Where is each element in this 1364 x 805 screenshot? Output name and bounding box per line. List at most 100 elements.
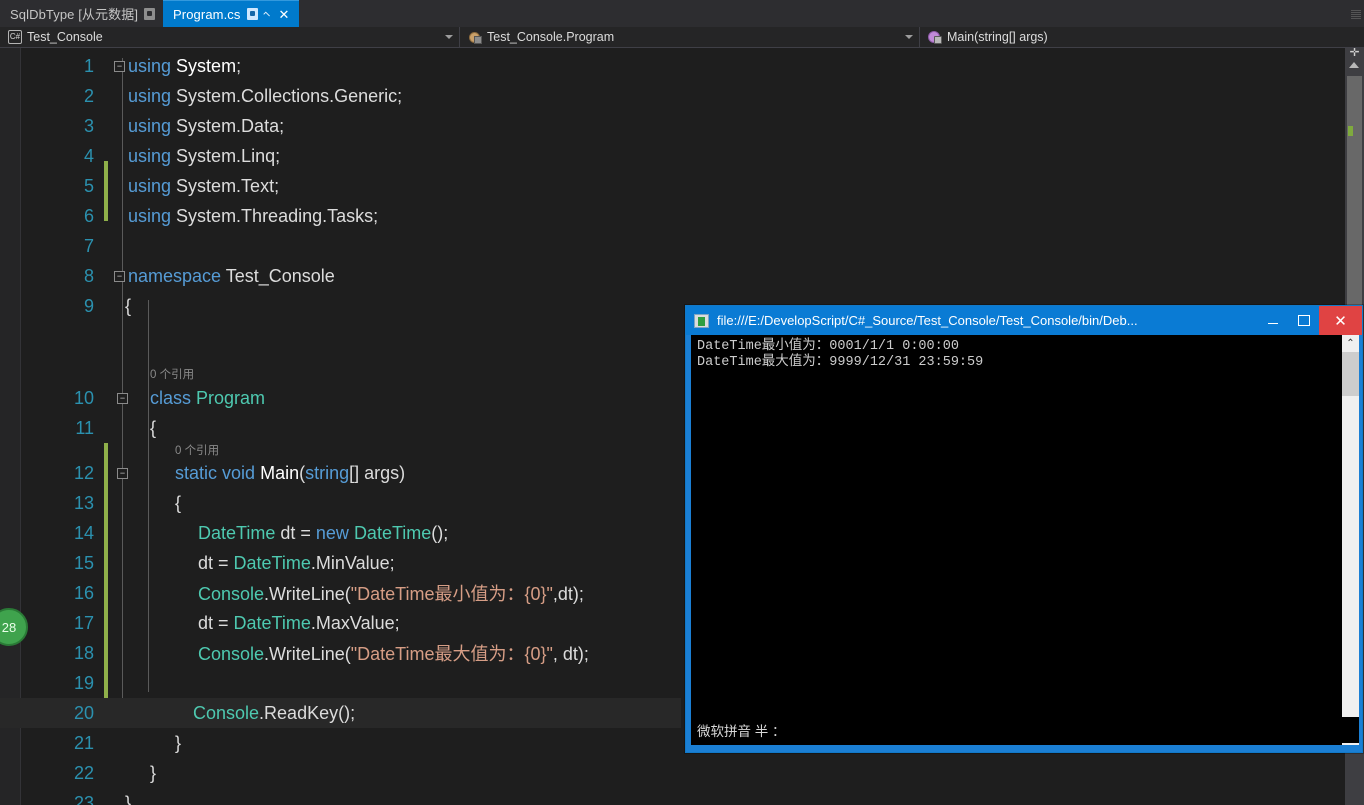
console-window-controls: ✕ bbox=[1257, 306, 1362, 335]
code-text: using System.Threading.Tasks; bbox=[128, 206, 378, 227]
navigation-bar: C# Test_Console Test_Console.Program Mai… bbox=[0, 27, 1364, 48]
code-text: namespace Test_Console bbox=[128, 266, 335, 287]
navbar-member-label: Main(string[] args) bbox=[947, 30, 1048, 44]
line-number: 1 bbox=[22, 56, 94, 77]
line-number: 7 bbox=[22, 236, 94, 257]
code-text: { bbox=[150, 418, 156, 439]
line-number: 5 bbox=[22, 176, 94, 197]
console-title-text: file:///E:/DevelopScript/C#_Source/Test_… bbox=[717, 313, 1249, 328]
console-vertical-scrollbar[interactable]: ⌃ ⌄ bbox=[1341, 335, 1359, 745]
code-text: dt = DateTime.MaxValue; bbox=[198, 613, 400, 634]
code-line[interactable]: 2 using System.Collections.Generic; bbox=[0, 81, 1345, 111]
line-number: 12 bbox=[22, 463, 94, 484]
pin-icon[interactable]: ⌐ bbox=[260, 7, 273, 20]
navbar-type-label: Test_Console.Program bbox=[487, 30, 614, 44]
code-text: { bbox=[175, 493, 181, 514]
fold-toggle-icon[interactable]: − bbox=[117, 468, 128, 479]
console-output-window[interactable]: file:///E:/DevelopScript/C#_Source/Test_… bbox=[685, 305, 1363, 753]
line-number: 13 bbox=[22, 493, 94, 514]
line-number: 19 bbox=[22, 673, 94, 694]
line-number: 4 bbox=[22, 146, 94, 167]
document-tab-bar: SqlDbType [从元数据] Program.cs ⌐ ✕ bbox=[0, 0, 1364, 27]
line-number: 8 bbox=[22, 266, 94, 287]
close-button[interactable]: ✕ bbox=[1319, 306, 1362, 335]
scroll-up-arrow-icon[interactable]: ⌃ bbox=[1342, 335, 1359, 352]
code-text: dt = DateTime.MinValue; bbox=[198, 553, 395, 574]
scroll-up-arrow-icon[interactable] bbox=[1349, 62, 1359, 68]
console-output-text: DateTime最小值为：0001/1/1 0:00:00 DateTime最大… bbox=[691, 335, 1341, 745]
line-number: 9 bbox=[22, 296, 94, 317]
close-icon[interactable]: ✕ bbox=[277, 8, 292, 21]
class-icon bbox=[468, 30, 482, 44]
line-number: 15 bbox=[22, 553, 94, 574]
tab-program-cs[interactable]: Program.cs ⌐ ✕ bbox=[163, 0, 299, 27]
console-body[interactable]: DateTime最小值为：0001/1/1 0:00:00 DateTime最大… bbox=[691, 335, 1359, 745]
line-number: 14 bbox=[22, 523, 94, 544]
code-text: } bbox=[175, 733, 181, 754]
code-text: using System.Linq; bbox=[128, 146, 280, 167]
line-number: 16 bbox=[22, 583, 94, 604]
lock-icon bbox=[144, 8, 155, 20]
line-number: 20 bbox=[22, 703, 94, 724]
code-text: Console.WriteLine("DateTime最大值为：{0}", dt… bbox=[198, 640, 589, 666]
console-output-line-1: DateTime最小值为：0001/1/1 0:00:00 bbox=[697, 339, 959, 354]
code-line[interactable]: 23 } bbox=[0, 788, 1345, 805]
visual-studio-window: SqlDbType [从元数据] Program.cs ⌐ ✕ C# Test_… bbox=[0, 0, 1364, 805]
line-number: 6 bbox=[22, 206, 94, 227]
navbar-project-dropdown[interactable]: C# Test_Console bbox=[0, 27, 460, 47]
fold-toggle-icon[interactable]: − bbox=[114, 61, 125, 72]
scrollbar-thumb[interactable] bbox=[1342, 352, 1359, 396]
change-marker bbox=[1348, 126, 1353, 136]
code-text: using System.Text; bbox=[128, 176, 279, 197]
tab-label: Program.cs bbox=[173, 7, 240, 22]
line-number: 11 bbox=[22, 418, 94, 439]
codelens-class-references[interactable]: 0 个引用 bbox=[150, 366, 194, 382]
fold-toggle-icon[interactable]: − bbox=[114, 271, 125, 282]
tab-sqldbtype[interactable]: SqlDbType [从元数据] bbox=[0, 0, 163, 27]
console-output-line-2: DateTime最大值为：9999/12/31 23:59:59 bbox=[697, 355, 983, 370]
line-number: 17 bbox=[22, 613, 94, 634]
code-line[interactable]: 22 } bbox=[0, 758, 1345, 788]
line-number: 18 bbox=[22, 643, 94, 664]
code-line[interactable]: 4 using System.Linq; bbox=[0, 141, 1345, 171]
chevron-down-icon bbox=[445, 35, 453, 39]
code-line-current[interactable]: 20 Console.ReadKey(); bbox=[0, 698, 681, 728]
tab-overflow-area[interactable] bbox=[1342, 0, 1364, 27]
fold-toggle-icon[interactable]: − bbox=[117, 393, 128, 404]
line-number: 10 bbox=[22, 388, 94, 409]
navbar-member-dropdown[interactable]: Main(string[] args) bbox=[920, 27, 1364, 47]
method-icon bbox=[928, 30, 942, 44]
code-text: } bbox=[150, 763, 156, 784]
code-text: using System.Data; bbox=[128, 116, 284, 137]
lock-icon bbox=[247, 8, 258, 20]
codelens-method-references[interactable]: 0 个引用 bbox=[175, 442, 219, 458]
line-number: 2 bbox=[22, 86, 94, 107]
tab-label: SqlDbType [从元数据] bbox=[10, 4, 138, 23]
code-line[interactable]: 7 bbox=[0, 231, 1345, 261]
console-app-icon bbox=[694, 314, 709, 328]
code-text: { bbox=[125, 296, 131, 317]
code-text: using System.Collections.Generic; bbox=[128, 86, 402, 107]
minimize-button[interactable] bbox=[1257, 306, 1288, 335]
split-view-handle[interactable]: ✛ bbox=[1348, 48, 1361, 58]
code-text: using System; bbox=[128, 56, 241, 77]
line-number: 3 bbox=[22, 116, 94, 137]
navbar-type-dropdown[interactable]: Test_Console.Program bbox=[460, 27, 920, 47]
code-line[interactable]: 6 using System.Threading.Tasks; bbox=[0, 201, 1345, 231]
code-text: class Program bbox=[150, 388, 265, 409]
chevron-down-icon bbox=[905, 35, 913, 39]
code-text: Console.WriteLine("DateTime最小值为：{0}",dt)… bbox=[198, 580, 584, 606]
maximize-button[interactable] bbox=[1288, 306, 1319, 335]
code-line[interactable]: 8 − namespace Test_Console bbox=[0, 261, 1345, 291]
code-text: static void Main(string[] args) bbox=[175, 463, 405, 484]
ime-status-bar: 微软拼音 半 ： bbox=[691, 717, 1359, 743]
code-line[interactable]: 1 − using System; bbox=[0, 51, 1345, 81]
navbar-project-label: Test_Console bbox=[27, 30, 103, 44]
console-title-bar[interactable]: file:///E:/DevelopScript/C#_Source/Test_… bbox=[686, 306, 1362, 335]
csharp-project-icon: C# bbox=[8, 30, 22, 44]
code-line[interactable]: 5 using System.Text; bbox=[0, 171, 1345, 201]
line-number: 21 bbox=[22, 733, 94, 754]
code-text: } bbox=[125, 793, 131, 805]
line-number: 23 bbox=[22, 793, 94, 805]
code-line[interactable]: 3 using System.Data; bbox=[0, 111, 1345, 141]
